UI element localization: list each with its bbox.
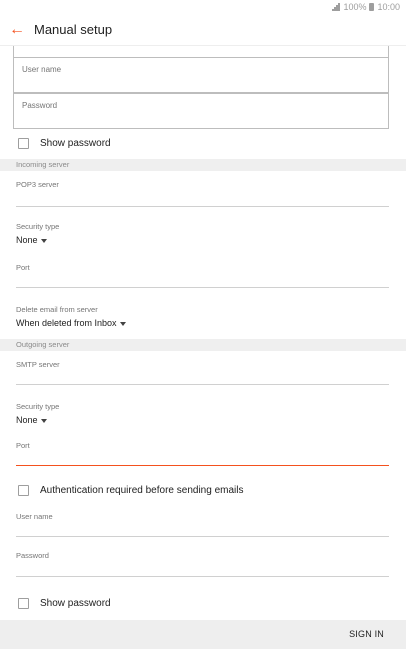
delete-email-dropdown[interactable]: When deleted from Inbox bbox=[16, 318, 126, 328]
user-name-field[interactable]: User name bbox=[13, 57, 389, 93]
incoming-port-input[interactable] bbox=[16, 287, 389, 288]
outgoing-show-password-row[interactable]: Show password bbox=[18, 598, 111, 609]
dropdown-arrow-icon bbox=[40, 418, 47, 423]
show-password-checkbox[interactable] bbox=[18, 138, 29, 149]
outgoing-show-password-label: Show password bbox=[40, 598, 111, 609]
app-bar: ← Manual setup bbox=[0, 14, 406, 46]
outgoing-port-input[interactable] bbox=[16, 465, 389, 466]
outgoing-security-type-label: Security type bbox=[16, 402, 60, 411]
user-name-label: User name bbox=[22, 65, 62, 74]
back-arrow-icon[interactable]: ← bbox=[0, 14, 34, 46]
outgoing-user-name-input[interactable] bbox=[16, 536, 389, 537]
signal-icon bbox=[332, 3, 340, 11]
pop3-server-input[interactable] bbox=[16, 206, 389, 207]
incoming-security-type-value: None bbox=[16, 235, 38, 245]
outgoing-user-name-label: User name bbox=[16, 512, 53, 521]
smtp-server-input[interactable] bbox=[16, 384, 389, 385]
smtp-server-label: SMTP server bbox=[16, 360, 60, 369]
authentication-required-checkbox[interactable] bbox=[18, 485, 29, 496]
delete-email-label: Delete email from server bbox=[16, 305, 98, 314]
incoming-server-header: Incoming server bbox=[0, 159, 406, 171]
outgoing-show-password-checkbox[interactable] bbox=[18, 598, 29, 609]
dropdown-arrow-icon bbox=[40, 238, 47, 243]
show-password-row[interactable]: Show password bbox=[18, 138, 111, 149]
outgoing-security-type-value: None bbox=[16, 415, 38, 425]
authentication-required-row[interactable]: Authentication required before sending e… bbox=[18, 485, 243, 496]
password-label: Password bbox=[22, 101, 58, 110]
outgoing-password-input[interactable] bbox=[16, 576, 389, 577]
outgoing-port-label: Port bbox=[16, 441, 30, 450]
battery-percent: 100% bbox=[343, 2, 367, 12]
incoming-security-type-dropdown[interactable]: None bbox=[16, 235, 47, 245]
clock: 10:00 bbox=[377, 2, 400, 12]
outgoing-password-label: Password bbox=[16, 551, 49, 560]
settings-form[interactable]: User name Password Show password Incomin… bbox=[0, 46, 406, 620]
page-title: Manual setup bbox=[34, 22, 113, 37]
status-bar: 100% 10:00 bbox=[0, 0, 406, 14]
sign-in-button[interactable]: SIGN IN bbox=[349, 620, 384, 649]
password-field[interactable]: Password bbox=[13, 93, 389, 129]
dropdown-arrow-icon bbox=[119, 321, 126, 326]
outgoing-security-type-dropdown[interactable]: None bbox=[16, 415, 47, 425]
pop3-server-label: POP3 server bbox=[16, 180, 59, 189]
incoming-security-type-label: Security type bbox=[16, 222, 60, 231]
bottom-action-bar: SIGN IN bbox=[0, 620, 406, 649]
show-password-label: Show password bbox=[40, 138, 111, 149]
delete-email-value: When deleted from Inbox bbox=[16, 318, 117, 328]
authentication-required-label: Authentication required before sending e… bbox=[40, 485, 244, 496]
outgoing-server-header: Outgoing server bbox=[0, 339, 406, 351]
battery-icon bbox=[369, 3, 375, 11]
incoming-port-label: Port bbox=[16, 263, 30, 272]
